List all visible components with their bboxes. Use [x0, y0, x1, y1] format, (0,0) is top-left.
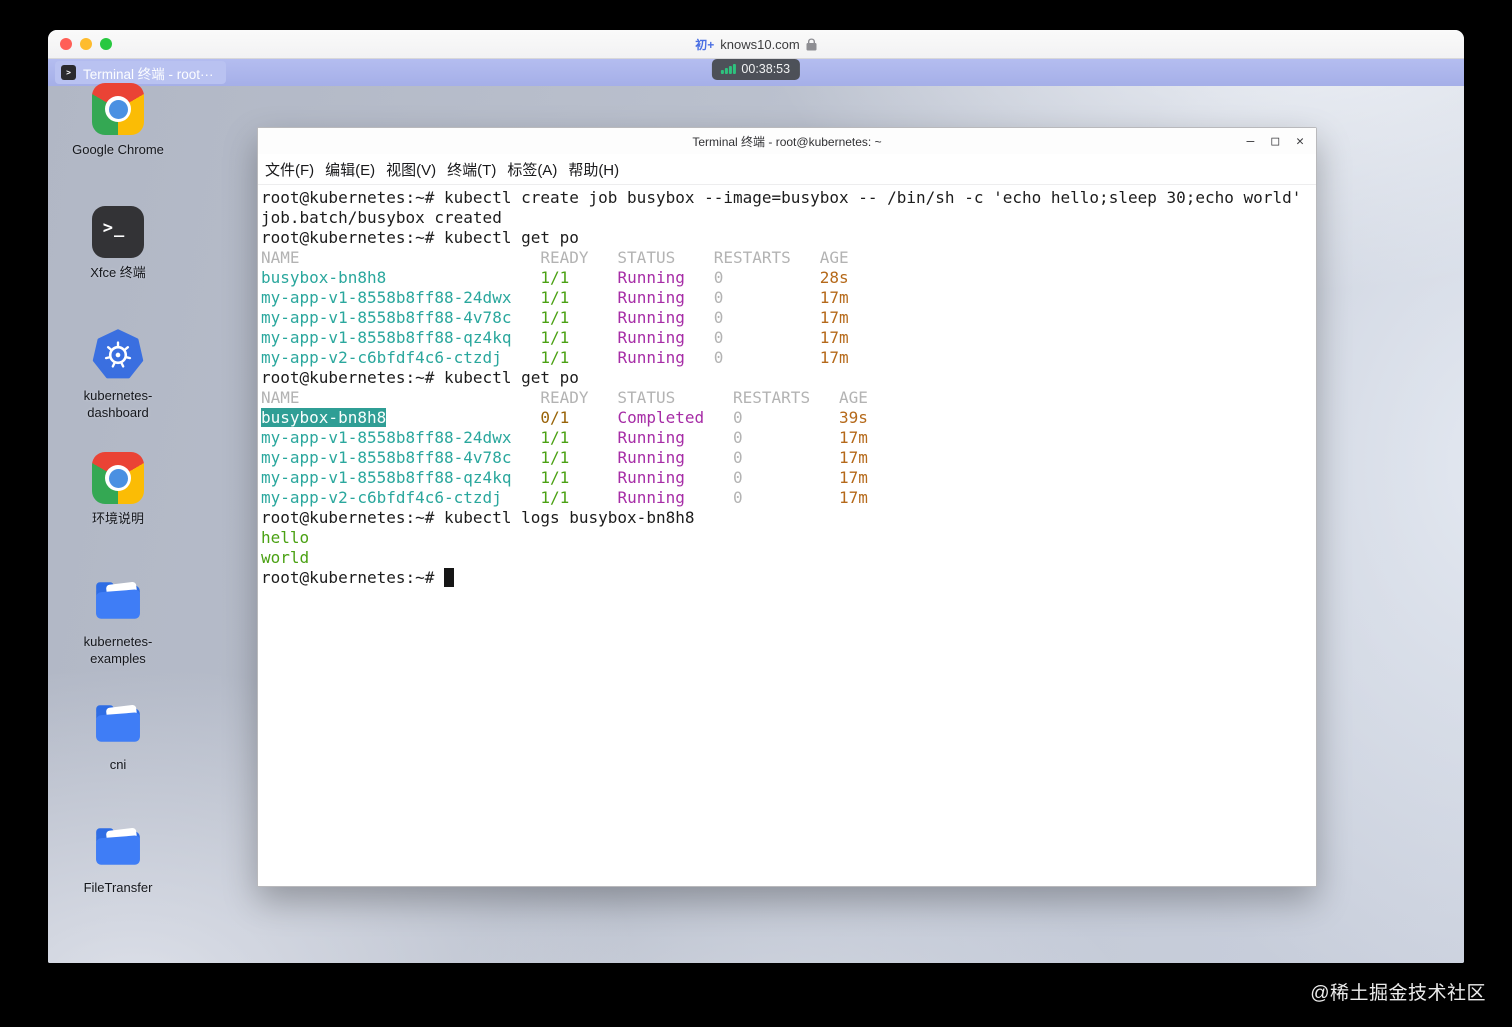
desktop-icon-filetransfer[interactable]: FileTransfer [62, 821, 174, 944]
terminal-titlebar[interactable]: Terminal 终端 - root@kubernetes: ~ – □ ✕ [258, 128, 1316, 154]
terminal-line: my-app-v1-8558b8ff88-qz4kq 1/1 Running 0… [261, 468, 868, 487]
browser-titlebar: 初+ knows10.com [48, 30, 1464, 59]
terminal-line: my-app-v1-8558b8ff88-24dwx 1/1 Running 0… [261, 428, 868, 447]
menu-item-0[interactable]: 文件(F) [265, 159, 314, 180]
icon-art [92, 83, 144, 135]
terminal-line: root@kubernetes:~# [261, 568, 1316, 588]
chrome-icon [92, 452, 144, 504]
desktop-icon-column: Google Chrome >_ Xfce 终端 kubernetes-dashbo… [62, 83, 174, 944]
address-title: 初+ knows10.com [695, 36, 817, 53]
site-url: knows10.com [720, 36, 800, 52]
icon-label: kubernetes-dashboard [83, 388, 153, 420]
desktop-icon-google-chrome[interactable]: Google Chrome [62, 83, 174, 206]
terminal-screen[interactable]: root@kubernetes:~# kubectl create job bu… [258, 185, 1316, 886]
folder-icon [96, 581, 140, 619]
icon-art [92, 452, 144, 504]
terminal-title: Terminal 终端 - root@kubernetes: ~ [692, 134, 882, 149]
taskbar-item-terminal[interactable]: > Terminal 终端 - root··· [55, 61, 226, 84]
site-favicon: 初+ [695, 37, 715, 52]
icon-label: kubernetes-examples [83, 634, 153, 666]
terminal-mini-icon: > [61, 65, 76, 80]
close-traffic-light[interactable] [60, 38, 72, 50]
menu-item-4[interactable]: 标签(A) [507, 159, 557, 180]
terminal-line: root@kubernetes:~# kubectl create job bu… [261, 188, 1302, 207]
taskbar-item-label: Terminal 终端 - root··· [83, 66, 214, 82]
terminal-line: my-app-v2-c6bfdf4c6-ctzdj 1/1 Running 0 … [261, 488, 868, 507]
icon-label: 环境说明 [91, 511, 144, 526]
menu-item-1[interactable]: 编辑(E) [325, 159, 375, 180]
icon-label: FileTransfer [83, 880, 153, 895]
terminal-line: world [261, 548, 310, 567]
terminal-icon: >_ [92, 206, 144, 258]
terminal-line: my-app-v1-8558b8ff88-qz4kq 1/1 Running 0… [261, 328, 849, 347]
watermark: @稀土掘金技术社区 [1310, 983, 1486, 1004]
lock-icon [806, 38, 817, 51]
desktop-icon-cni[interactable]: cni [62, 698, 174, 821]
menu-item-2[interactable]: 视图(V) [386, 159, 436, 180]
icon-label: Google Chrome [72, 142, 164, 157]
terminal-window-controls: – □ ✕ [1247, 128, 1304, 154]
folder-icon [96, 704, 140, 742]
terminal-line: my-app-v2-c6bfdf4c6-ctzdj 1/1 Running 0 … [261, 348, 849, 367]
terminal-line: root@kubernetes:~# kubectl get po [261, 368, 579, 387]
desktop-icon-kubernetes-examples[interactable]: kubernetes-examples [62, 575, 174, 698]
kubernetes-icon [92, 329, 144, 379]
terminal-line: my-app-v1-8558b8ff88-4v78c 1/1 Running 0… [261, 448, 868, 467]
terminal-line: busybox-bn8h8 0/1 Completed 0 39s [261, 408, 868, 427]
session-timer-badge: 00:38:53 [711, 59, 801, 80]
terminal-menubar: 文件(F) 编辑(E) 视图(V) 终端(T) 标签(A) 帮助(H) [258, 154, 1316, 185]
icon-art: >_ [92, 206, 144, 258]
icon-label: Xfce 终端 [90, 265, 146, 280]
desktop-icon-环境说明[interactable]: 环境说明 [62, 452, 174, 575]
minimize-traffic-light[interactable] [80, 38, 92, 50]
signal-bars-icon [720, 64, 736, 74]
terminal-line: my-app-v1-8558b8ff88-4v78c 1/1 Running 0… [261, 308, 849, 327]
terminal-window: Terminal 终端 - root@kubernetes: ~ – □ ✕ 文… [257, 127, 1317, 887]
terminal-line: my-app-v1-8558b8ff88-24dwx 1/1 Running 0… [261, 288, 849, 307]
traffic-lights [60, 30, 112, 58]
remote-desktop-window: 初+ knows10.com 00:38:53 Google Chrome >_ X… [48, 30, 1464, 963]
close-button[interactable]: ✕ [1296, 135, 1304, 148]
icon-art [92, 698, 144, 750]
terminal-line: NAME READY STATUS RESTARTS AGE [261, 388, 868, 407]
desktop-icon-kubernetes-dashboard[interactable]: kubernetes-dashboard [62, 329, 174, 452]
chrome-icon [92, 83, 144, 135]
icon-label: cni [109, 757, 127, 772]
icon-art [92, 821, 144, 873]
desktop-icon-xfce-终端[interactable]: >_ Xfce 终端 [62, 206, 174, 329]
terminal-line: hello [261, 528, 310, 547]
session-timer: 00:38:53 [741, 62, 791, 76]
minimize-button[interactable]: – [1247, 135, 1255, 148]
maximize-button[interactable]: □ [1271, 135, 1279, 148]
terminal-line: NAME READY STATUS RESTARTS AGE [261, 248, 849, 267]
folder-icon [96, 827, 140, 865]
fullscreen-traffic-light[interactable] [100, 38, 112, 50]
terminal-line: job.batch/busybox created [261, 208, 502, 227]
terminal-line: root@kubernetes:~# kubectl logs busybox-… [261, 508, 695, 527]
menu-item-3[interactable]: 终端(T) [447, 159, 496, 180]
icon-art [92, 329, 144, 381]
icon-art [92, 575, 144, 627]
terminal-line: busybox-bn8h8 1/1 Running 0 28s [261, 268, 849, 287]
desktop[interactable]: 00:38:53 Google Chrome >_ Xfce 终端 kubernet… [48, 59, 1464, 963]
terminal-line: root@kubernetes:~# kubectl get po [261, 228, 579, 247]
terminal-cursor [444, 568, 454, 587]
menu-item-5[interactable]: 帮助(H) [568, 159, 619, 180]
